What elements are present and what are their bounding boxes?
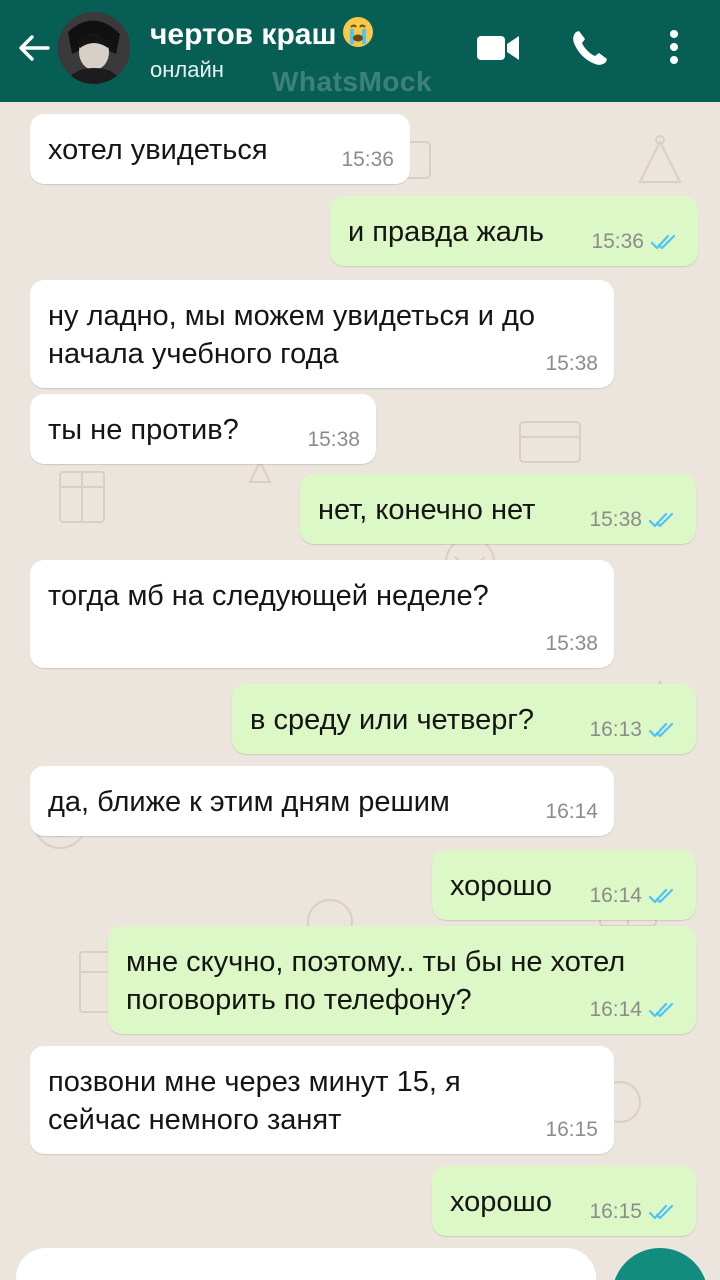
message-text: позвони мне через минут 15, я сейчас нем… [48,1066,461,1136]
message-text: ну ладно, мы можем увидеться и до начала… [48,300,536,370]
message-meta: 16:14 [545,800,598,824]
message-text: тогда мб на следующей неделе? [48,580,489,612]
contact-status: онлайн [150,57,224,82]
video-call-icon [477,36,519,60]
message-text: хорошо [450,1186,552,1218]
message-input[interactable] [16,1248,596,1280]
message-meta: 15:38 [589,508,680,532]
more-vertical-icon [670,30,678,64]
incoming-message[interactable]: ну ладно, мы можем увидеться и до начала… [30,280,614,388]
message-time: 15:36 [591,230,644,253]
read-ticks-icon [648,888,674,904]
message-time: 16:14 [545,800,598,823]
message-meta: 15:38 [545,352,598,376]
message-meta: 15:36 [341,148,394,172]
read-ticks-icon [648,1204,674,1220]
message-text: хорошо [450,870,552,902]
message-meta: 16:15 [545,1118,598,1142]
read-ticks-icon [650,234,676,250]
voice-call-button[interactable] [566,26,614,70]
message-time: 15:38 [589,508,642,531]
message-time: 16:14 [589,884,642,907]
message-text: нет, конечно нет [318,494,536,526]
read-ticks-icon [648,722,674,738]
message-text: в среду или четверг? [250,704,535,736]
message-time: 15:38 [545,352,598,375]
outgoing-message[interactable]: в среду или четверг? 16:13 [232,684,696,754]
chat-header: чертов краш онлайн WhatsMock [0,0,720,102]
message-text: да, ближе к этим дням решим [48,786,450,818]
crying-face-emoji [343,17,374,47]
contact-name-text: чертов краш [150,18,337,51]
phone-icon [573,31,607,65]
message-time: 15:36 [341,148,394,171]
incoming-message[interactable]: хотел увидеться 15:36 [30,114,410,184]
message-text: мне скучно, поэтому.. ты бы не хотел пог… [126,946,626,1016]
video-call-button[interactable] [474,26,522,70]
message-time: 16:14 [589,998,642,1021]
incoming-message[interactable]: ты не против? 15:38 [30,394,376,464]
read-ticks-icon [648,512,674,528]
incoming-message[interactable]: да, ближе к этим дням решим 16:14 [30,766,614,836]
message-text: ты не против? [48,414,239,446]
message-time: 16:15 [589,1200,642,1223]
message-text: и правда жаль [348,216,544,248]
message-text: хотел увидеться [48,134,268,166]
outgoing-message[interactable]: нет, конечно нет 15:38 [300,474,696,544]
message-time: 15:38 [545,632,598,655]
outgoing-message[interactable]: мне скучно, поэтому.. ты бы не хотел пог… [108,926,696,1034]
message-meta: 15:36 [591,230,682,254]
message-meta: 16:13 [589,718,680,742]
avatar[interactable] [58,12,130,84]
contact-name[interactable]: чертов краш [150,16,374,52]
more-options-button[interactable] [652,26,696,70]
message-time: 16:15 [545,1118,598,1141]
message-meta: 15:38 [545,632,598,656]
outgoing-message[interactable]: и правда жаль 15:36 [330,196,698,266]
message-meta: 15:38 [307,428,360,452]
message-time: 16:13 [589,718,642,741]
incoming-message[interactable]: тогда мб на следующей неделе? 15:38 [30,560,614,668]
back-button[interactable] [14,28,54,68]
watermark: WhatsMock [272,66,433,97]
incoming-message[interactable]: позвони мне через минут 15, я сейчас нем… [30,1046,614,1154]
message-meta: 16:14 [589,998,680,1022]
back-arrow-icon [19,35,50,61]
outgoing-message[interactable]: хорошо 16:15 [432,1166,696,1236]
message-list[interactable]: хотел увидеться 15:36 и правда жаль 15:36 ну… [0,102,720,1280]
read-ticks-icon [648,1002,674,1018]
message-meta: 16:15 [589,1200,680,1224]
outgoing-message[interactable]: хорошо 16:14 [432,850,696,920]
message-meta: 16:14 [589,884,680,908]
message-time: 15:38 [307,428,360,451]
